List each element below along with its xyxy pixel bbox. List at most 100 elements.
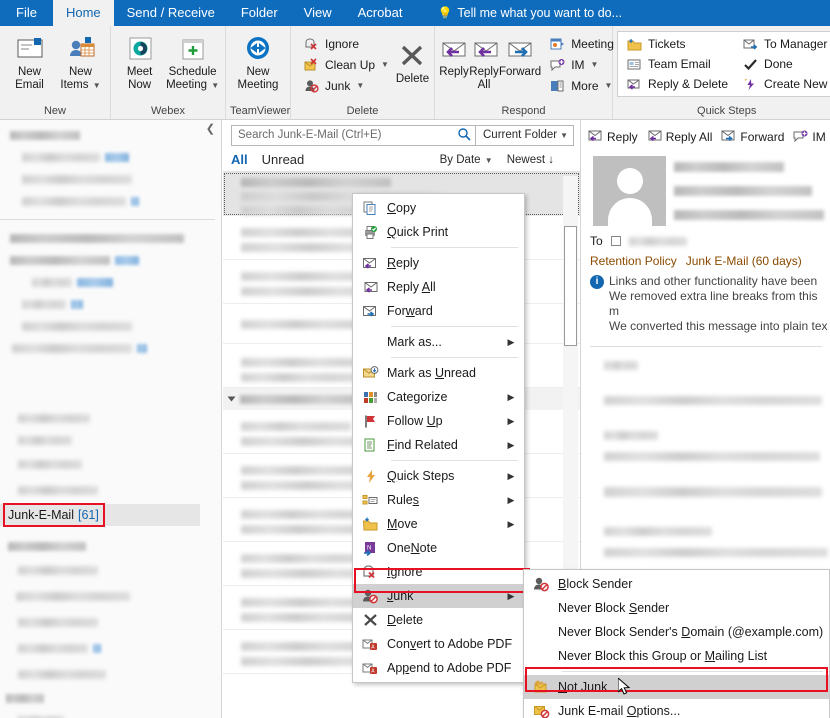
- ignore-button[interactable]: Ignore: [299, 33, 393, 54]
- nav-item[interactable]: [0, 535, 221, 557]
- tab-folder[interactable]: Folder: [228, 0, 291, 26]
- nav-item[interactable]: [0, 249, 221, 271]
- delete-button[interactable]: Delete: [395, 29, 430, 86]
- search-icon[interactable]: [457, 127, 471, 144]
- menu-item-onenote[interactable]: N OneNote: [353, 536, 524, 560]
- quick-step-done[interactable]: Done: [738, 54, 830, 74]
- tab-home[interactable]: Home: [53, 0, 114, 26]
- rp-forward-button[interactable]: Forward: [721, 130, 784, 144]
- submenu-item-never-block-sender[interactable]: Never Block Sender: [524, 596, 829, 620]
- submenu-item-never-block-domain[interactable]: Never Block Sender's Domain (@example.co…: [524, 620, 829, 644]
- menu-item-follow-up[interactable]: Follow Up ▶: [353, 409, 524, 433]
- nav-item[interactable]: [0, 168, 221, 190]
- menu-item-move[interactable]: Move ▶: [353, 512, 524, 536]
- nav-item[interactable]: [0, 146, 221, 168]
- menu-item-forward[interactable]: Forward: [353, 299, 524, 323]
- tab-file[interactable]: File: [0, 0, 53, 26]
- im-button[interactable]: IM ▼: [545, 54, 618, 75]
- nav-item[interactable]: [0, 315, 221, 337]
- nav-item[interactable]: [0, 271, 221, 293]
- search-scope-dropdown[interactable]: Current Folder ▼: [476, 125, 574, 146]
- junk-button[interactable]: Junk ▼: [299, 75, 393, 96]
- nav-item[interactable]: [0, 609, 221, 635]
- filter-unread[interactable]: Unread: [262, 152, 305, 167]
- menu-item-convert-adobe-pdf-label: Convert to Adobe PDF: [387, 637, 512, 651]
- menu-item-reply-all[interactable]: Reply All: [353, 275, 524, 299]
- rp-im-button[interactable]: IM: [793, 130, 825, 144]
- reply-icon: [353, 257, 387, 270]
- submenu-item-never-block-group[interactable]: Never Block this Group or Mailing List: [524, 644, 829, 668]
- menu-item-append-adobe-pdf[interactable]: A Append to Adobe PDF: [353, 656, 524, 680]
- quick-step-to-manager[interactable]: To Manager: [738, 34, 830, 54]
- menu-item-copy[interactable]: Copy: [353, 196, 524, 220]
- menu-item-categorize[interactable]: Categorize ▶: [353, 385, 524, 409]
- nav-item[interactable]: [0, 635, 221, 661]
- submenu-item-not-junk[interactable]: Not Junk: [524, 675, 829, 699]
- menu-item-convert-adobe-pdf[interactable]: A Convert to Adobe PDF: [353, 632, 524, 656]
- meet-now-button[interactable]: Meet Now: [115, 29, 164, 91]
- submenu-item-junk-email-options[interactable]: Junk E-mail Options...: [524, 699, 829, 718]
- nav-item[interactable]: [0, 227, 221, 249]
- chevron-left-icon[interactable]: ❮: [206, 122, 215, 135]
- scrollbar-thumb[interactable]: [564, 226, 577, 346]
- tell-me-search[interactable]: 💡 Tell me what you want to do...: [415, 0, 622, 26]
- menu-item-quick-steps[interactable]: Quick Steps ▶: [353, 464, 524, 488]
- nav-item[interactable]: [0, 477, 221, 503]
- menu-item-delete[interactable]: Delete: [353, 608, 524, 632]
- meeting-button[interactable]: Meeting: [545, 33, 618, 54]
- submenu-arrow-icon: ▶: [504, 337, 518, 348]
- sidebar-item-junk-email[interactable]: Junk-E-Mail [61]: [0, 504, 200, 526]
- chevron-expand-icon[interactable]: [228, 397, 236, 402]
- submenu-arrow-icon: ▶: [504, 495, 518, 506]
- info-bar[interactable]: i Links and other functionality have bee…: [582, 268, 830, 334]
- submenu-item-block-sender[interactable]: Block Sender: [524, 572, 829, 596]
- clean-up-button[interactable]: Clean Up ▼: [299, 54, 393, 75]
- filter-all[interactable]: All: [231, 152, 248, 167]
- mark-unread-icon: [353, 366, 387, 380]
- tab-send-receive[interactable]: Send / Receive: [114, 0, 228, 26]
- quick-step-team-email[interactable]: Team Email: [622, 54, 732, 74]
- menu-item-rules[interactable]: Rules ▶: [353, 488, 524, 512]
- meet-now-label-1: Meet: [127, 66, 153, 79]
- nav-item[interactable]: [0, 583, 221, 609]
- more-button[interactable]: More ▼: [545, 75, 618, 96]
- new-email-button[interactable]: New Email: [4, 29, 55, 91]
- nav-item[interactable]: [0, 709, 221, 718]
- nav-item[interactable]: [0, 124, 221, 146]
- sort-order[interactable]: Newest ↓: [507, 154, 554, 166]
- search-input[interactable]: Search Junk-E-Mail (Ctrl+E): [231, 125, 476, 146]
- reply-button[interactable]: Reply: [439, 29, 469, 79]
- new-items-button[interactable]: New Items ▼: [55, 29, 106, 92]
- quick-step-tickets[interactable]: Tickets: [622, 34, 732, 54]
- menu-item-quick-print[interactable]: Quick Print: [353, 220, 524, 244]
- schedule-meeting-button[interactable]: Schedule Meeting ▼: [164, 29, 221, 92]
- menu-item-junk[interactable]: Junk ▶: [353, 584, 524, 608]
- quick-step-create-new[interactable]: Create New: [738, 74, 830, 94]
- nav-item[interactable]: [0, 293, 221, 315]
- rp-reply-button[interactable]: Reply: [588, 130, 638, 144]
- ribbon-group-teamviewer: New Meeting TeamViewer: [226, 26, 291, 119]
- tab-acrobat[interactable]: Acrobat: [345, 0, 416, 26]
- rp-reply-all-button[interactable]: Reply All: [647, 130, 713, 144]
- nav-item[interactable]: [0, 451, 221, 477]
- nav-item[interactable]: [0, 429, 221, 451]
- menu-item-find-related[interactable]: Find Related ▶: [353, 433, 524, 457]
- forward-button[interactable]: Forward: [499, 29, 541, 79]
- menu-item-mark-as-unread[interactable]: Mark as Unread: [353, 361, 524, 385]
- nav-item[interactable]: [0, 557, 221, 583]
- nav-item[interactable]: [0, 190, 221, 212]
- menu-item-mark-as[interactable]: Mark as... ▶: [353, 330, 524, 354]
- nav-item[interactable]: [0, 661, 221, 687]
- nav-item[interactable]: [0, 407, 221, 429]
- quick-step-reply-delete[interactable]: Reply & Delete: [622, 74, 732, 94]
- reply-all-button[interactable]: Reply All: [469, 29, 499, 91]
- junk-options-icon: [524, 704, 558, 718]
- sort-by-date[interactable]: By Date ▼: [440, 154, 493, 166]
- menu-item-reply[interactable]: Reply: [353, 251, 524, 275]
- nav-item[interactable]: [0, 337, 221, 359]
- menu-item-ignore[interactable]: Ignore: [353, 560, 524, 584]
- new-meeting-button[interactable]: New Meeting: [230, 29, 286, 91]
- tab-view[interactable]: View: [291, 0, 345, 26]
- new-items-label-1: New: [69, 66, 92, 79]
- nav-item[interactable]: [0, 687, 221, 709]
